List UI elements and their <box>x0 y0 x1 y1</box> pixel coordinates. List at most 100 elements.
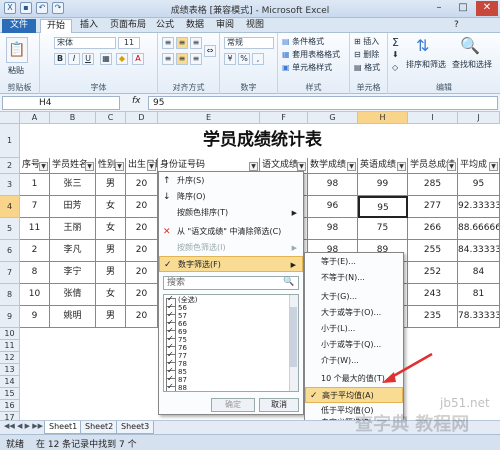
table-cell[interactable]: 95 <box>458 174 500 196</box>
column-header[interactable]: E <box>158 112 260 124</box>
align-center-icon[interactable]: ≡ <box>176 53 188 65</box>
table-cell[interactable]: 张倩 <box>50 284 96 306</box>
sheet-tab-3[interactable]: Sheet3 <box>116 421 155 434</box>
column-header[interactable]: D <box>126 112 158 124</box>
ok-button[interactable]: 确定 <box>211 398 255 412</box>
comma-icon[interactable]: , <box>252 53 264 65</box>
help-icon[interactable]: ? <box>448 19 465 33</box>
column-header-selected[interactable]: H <box>358 112 408 124</box>
table-cell[interactable]: 84 <box>458 262 500 284</box>
table-cell[interactable]: 255 <box>408 240 458 262</box>
tab-page-layout[interactable]: 页面布局 <box>104 19 152 33</box>
filter-dropdown-icon[interactable]: ▼ <box>297 162 306 171</box>
table-cell[interactable]: 男 <box>96 174 126 196</box>
column-header[interactable]: A <box>20 112 50 124</box>
table-cell[interactable]: 92.33333 <box>458 196 500 218</box>
less-than-item[interactable]: 小于(L)... <box>305 321 403 337</box>
tab-home[interactable]: 开始 <box>40 19 73 33</box>
above-average-item[interactable]: ✓ 高于平均值(A) <box>305 387 403 403</box>
tab-insert[interactable]: 插入 <box>74 19 104 33</box>
table-cell[interactable]: 277 <box>408 196 458 218</box>
tab-file[interactable]: 文件 <box>2 19 36 33</box>
fill-color-icon[interactable]: ◆ <box>116 53 128 65</box>
row-header[interactable]: 9 <box>0 306 20 328</box>
currency-icon[interactable]: ¥ <box>224 53 236 65</box>
cancel-button[interactable]: 取消 <box>259 398 299 412</box>
table-cell[interactable]: 96 <box>308 196 358 218</box>
table-cell[interactable]: 7 <box>20 196 50 218</box>
table-cell[interactable]: 84.33333 <box>458 240 500 262</box>
sort-filter-icon[interactable]: ⇅ <box>416 36 429 55</box>
align-top-icon[interactable]: ≡ <box>162 37 174 49</box>
table-cell[interactable]: 8 <box>20 262 50 284</box>
table-cell[interactable]: 20 <box>126 174 158 196</box>
column-header[interactable]: J <box>458 112 500 124</box>
table-cell[interactable]: 男 <box>96 262 126 284</box>
table-cell[interactable]: 95 <box>358 196 408 218</box>
row-header[interactable]: 14 <box>0 376 20 388</box>
table-cell[interactable]: 20 <box>126 284 158 306</box>
row-header[interactable]: 6 <box>0 240 20 262</box>
sheet-nav-icon[interactable]: ◀◀ ◀ ▶ ▶▶ <box>4 422 43 430</box>
fx-icon[interactable]: fx <box>132 96 141 106</box>
format-cells-button[interactable]: ▤ 格式 <box>354 62 380 73</box>
font-size-select[interactable]: 11 <box>118 37 140 49</box>
row-header[interactable]: 2 <box>0 158 20 174</box>
fill-icon[interactable]: ⬇ <box>392 50 399 59</box>
sort-filter-label[interactable]: 排序和筛选 <box>406 59 446 70</box>
formula-input[interactable]: 95 <box>148 96 498 110</box>
sheet-tab-1[interactable]: Sheet1 <box>44 421 83 434</box>
row-header-selected[interactable]: 4 <box>0 196 20 218</box>
filter-dropdown-icon[interactable]: ▼ <box>85 162 94 171</box>
minimize-icon[interactable]: – <box>428 1 450 16</box>
table-cell[interactable]: 98 <box>308 174 358 196</box>
table-cell[interactable]: 252 <box>408 262 458 284</box>
align-left-icon[interactable]: ≡ <box>162 53 174 65</box>
conditional-format-button[interactable]: ▤ 条件格式 <box>282 36 324 47</box>
column-header[interactable]: G <box>308 112 358 124</box>
name-box[interactable]: H4 <box>2 96 120 110</box>
table-cell[interactable]: 女 <box>96 284 126 306</box>
tab-formulas[interactable]: 公式 <box>150 19 180 33</box>
bold-icon[interactable]: B <box>54 53 66 65</box>
column-header[interactable]: C <box>96 112 126 124</box>
row-header[interactable]: 16 <box>0 400 20 412</box>
filter-dropdown-icon[interactable]: ▼ <box>489 162 498 171</box>
cell-style-button[interactable]: ▣ 单元格样式 <box>282 62 332 73</box>
table-cell[interactable]: 张三 <box>50 174 96 196</box>
table-cell[interactable]: 75 <box>358 218 408 240</box>
search-input[interactable]: 搜索 <box>163 276 299 290</box>
table-cell[interactable]: 姚明 <box>50 306 96 328</box>
paste-icon[interactable]: 📋 <box>6 37 28 63</box>
tab-data[interactable]: 数据 <box>180 19 210 33</box>
filter-dropdown-icon[interactable]: ▼ <box>39 162 48 171</box>
sort-ascending-item[interactable]: ↑ 升序(S) <box>159 173 303 189</box>
close-icon[interactable]: ✕ <box>476 1 498 16</box>
table-cell[interactable]: 243 <box>408 284 458 306</box>
table-cell[interactable]: 田芳 <box>50 196 96 218</box>
align-middle-icon[interactable]: ≡ <box>176 37 188 49</box>
table-cell[interactable]: 女 <box>96 196 126 218</box>
underline-icon[interactable]: U <box>82 53 94 65</box>
filter-dropdown-icon[interactable]: ▼ <box>347 162 356 171</box>
table-cell[interactable]: 20 <box>126 240 158 262</box>
number-format-select[interactable]: 常规 <box>224 37 274 49</box>
sort-descending-item[interactable]: ↓ 降序(O) <box>159 189 303 205</box>
table-cell[interactable]: 1 <box>20 174 50 196</box>
table-cell[interactable]: 235 <box>408 306 458 328</box>
filter-dropdown-icon[interactable]: ▼ <box>397 162 406 171</box>
delete-cells-button[interactable]: ⊟ 删除 <box>354 49 379 60</box>
row-header[interactable]: 3 <box>0 174 20 196</box>
align-right-icon[interactable]: ≡ <box>190 53 202 65</box>
number-filter-item[interactable]: ✓ 数字筛选(F) ▶ <box>159 256 303 272</box>
table-cell[interactable]: 李凡 <box>50 240 96 262</box>
table-cell[interactable]: 98 <box>308 218 358 240</box>
table-cell[interactable]: 10 <box>20 284 50 306</box>
clear-icon[interactable]: ◇ <box>392 63 398 72</box>
table-cell[interactable]: 20 <box>126 218 158 240</box>
table-cell[interactable]: 男 <box>96 240 126 262</box>
table-cell[interactable]: 78.33333 <box>458 306 500 328</box>
row-header[interactable]: 5 <box>0 218 20 240</box>
table-cell[interactable]: 99 <box>358 174 408 196</box>
filter-dropdown-icon[interactable]: ▼ <box>147 162 156 171</box>
